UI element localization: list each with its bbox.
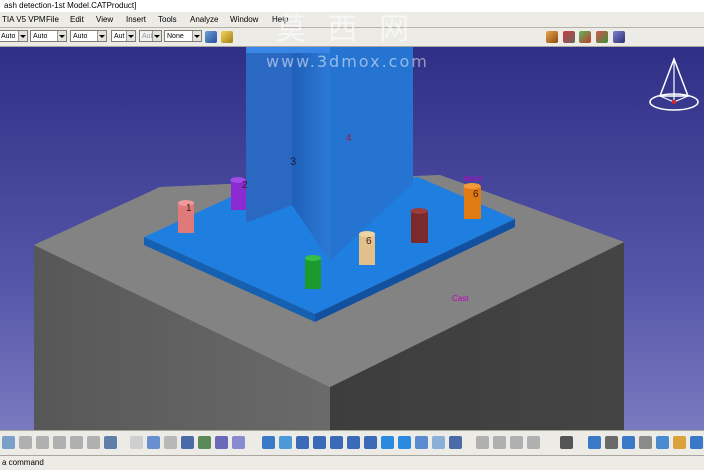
linetype-combo-value: Auto	[73, 33, 88, 40]
brush-icon[interactable]	[221, 31, 233, 43]
hide-show-icon[interactable]	[432, 436, 445, 449]
menu-view[interactable]: View	[96, 12, 113, 27]
select-icon[interactable]	[2, 436, 15, 449]
warning-icon[interactable]	[673, 436, 686, 449]
menu-edit[interactable]: Edit	[70, 12, 84, 27]
menu-insert[interactable]: Insert	[126, 12, 146, 27]
formula-icon[interactable]	[130, 436, 143, 449]
lineweight-combo-value: Aut	[114, 33, 125, 40]
status-text: a command	[2, 458, 44, 467]
lineweight-combo[interactable]: Aut	[111, 30, 136, 42]
menu-analyze[interactable]: Analyze	[190, 12, 218, 27]
menu-workbench[interactable]: TIA V5 VPM	[2, 12, 46, 27]
apply-material-icon[interactable]	[596, 31, 608, 43]
bolt-dark-red[interactable]	[410, 208, 429, 243]
chevron-down-icon	[192, 31, 201, 41]
rotate-icon[interactable]	[313, 436, 326, 449]
table-icon[interactable]	[181, 436, 194, 449]
menu-tools[interactable]: Tools	[158, 12, 177, 27]
undo-icon[interactable]	[70, 436, 83, 449]
assembly-icon[interactable]	[613, 31, 625, 43]
shading-icon[interactable]	[415, 436, 428, 449]
chevron-down-icon	[18, 31, 27, 41]
linetype-combo[interactable]: Auto	[70, 30, 107, 42]
zoom-in-icon[interactable]	[330, 436, 343, 449]
palette-icon[interactable]	[579, 31, 591, 43]
bottom-toolbar	[0, 430, 704, 456]
chevron-down-icon	[57, 31, 66, 41]
point-symbol-combo[interactable]: Aut	[139, 30, 162, 42]
pan-icon[interactable]	[296, 436, 309, 449]
window-title: ash detection-1st Model.CATProduct]	[4, 1, 137, 10]
sensor-icon[interactable]	[622, 436, 635, 449]
bolt-green[interactable]	[305, 255, 321, 289]
copy-icon[interactable]	[36, 436, 49, 449]
transparency-combo[interactable]: Auto	[30, 30, 67, 42]
measure-icon[interactable]	[164, 436, 177, 449]
plate-label-3: 3	[290, 156, 296, 168]
tool-a-icon[interactable]	[476, 436, 489, 449]
bolt-label-2: 2	[242, 180, 248, 191]
paste-icon[interactable]	[53, 436, 66, 449]
menu-file[interactable]: File	[46, 12, 59, 27]
cut-icon[interactable]	[19, 436, 32, 449]
camera-icon[interactable]	[232, 436, 245, 449]
chevron-down-icon	[97, 31, 106, 41]
iso-view-icon[interactable]	[398, 436, 411, 449]
tool-d-icon[interactable]	[527, 436, 540, 449]
pink-label-bolt: Bolt-8	[464, 176, 482, 183]
knowledge-icon[interactable]	[147, 436, 160, 449]
scissors-icon[interactable]	[563, 31, 575, 43]
tool-b-icon[interactable]	[493, 436, 506, 449]
product-tree-icon[interactable]	[198, 436, 211, 449]
redo-icon[interactable]	[87, 436, 100, 449]
fit-all-icon[interactable]	[279, 436, 292, 449]
format-painter-icon[interactable]	[205, 31, 217, 43]
tool-c-icon[interactable]	[510, 436, 523, 449]
point-symbol-combo-value: Aut	[142, 33, 153, 40]
capture-icon[interactable]	[560, 436, 573, 449]
color-combo-value: Auto	[1, 33, 16, 40]
watermark-url: www.3dmox.com	[266, 52, 429, 71]
transparency-combo-value: Auto	[33, 33, 48, 40]
status-bar: a command	[0, 455, 704, 470]
plate-label-4: 4	[346, 133, 352, 144]
normal-view-icon[interactable]	[364, 436, 377, 449]
bolt-label-1: 1	[186, 203, 192, 214]
viewport-canvas: 1 2 6 6 3 4 Bolt-8 Cast	[0, 47, 704, 430]
bolt-label-6a: 6	[366, 236, 372, 247]
bolt-label-6b: 6	[473, 189, 479, 200]
multi-view-icon[interactable]	[381, 436, 394, 449]
pink-label-cast: Cast	[452, 294, 469, 303]
zoom-out-icon[interactable]	[347, 436, 360, 449]
compass-tool-icon[interactable]	[588, 436, 601, 449]
layer-combo-value: None	[167, 33, 184, 40]
layer-combo[interactable]: None	[164, 30, 202, 42]
dmu-icon[interactable]	[690, 436, 703, 449]
chevron-down-icon	[126, 31, 135, 41]
whats-this-icon[interactable]	[104, 436, 117, 449]
search-icon[interactable]	[639, 436, 652, 449]
swap-visible-space-icon[interactable]	[449, 436, 462, 449]
previous-view-icon[interactable]	[605, 436, 618, 449]
fly-mode-icon[interactable]	[262, 436, 275, 449]
menu-window[interactable]: Window	[230, 12, 258, 27]
chevron-down-icon	[152, 31, 161, 41]
catalog-icon[interactable]	[546, 31, 558, 43]
watermark-logo-text: 莫 西 网	[276, 12, 416, 47]
analysis-icon[interactable]	[656, 436, 669, 449]
column-web-left	[246, 47, 292, 223]
color-combo[interactable]: Auto	[0, 30, 28, 42]
3d-viewport[interactable]: 1 2 6 6 3 4 Bolt-8 Cast	[0, 47, 704, 430]
catalog-browser-icon[interactable]	[215, 436, 228, 449]
